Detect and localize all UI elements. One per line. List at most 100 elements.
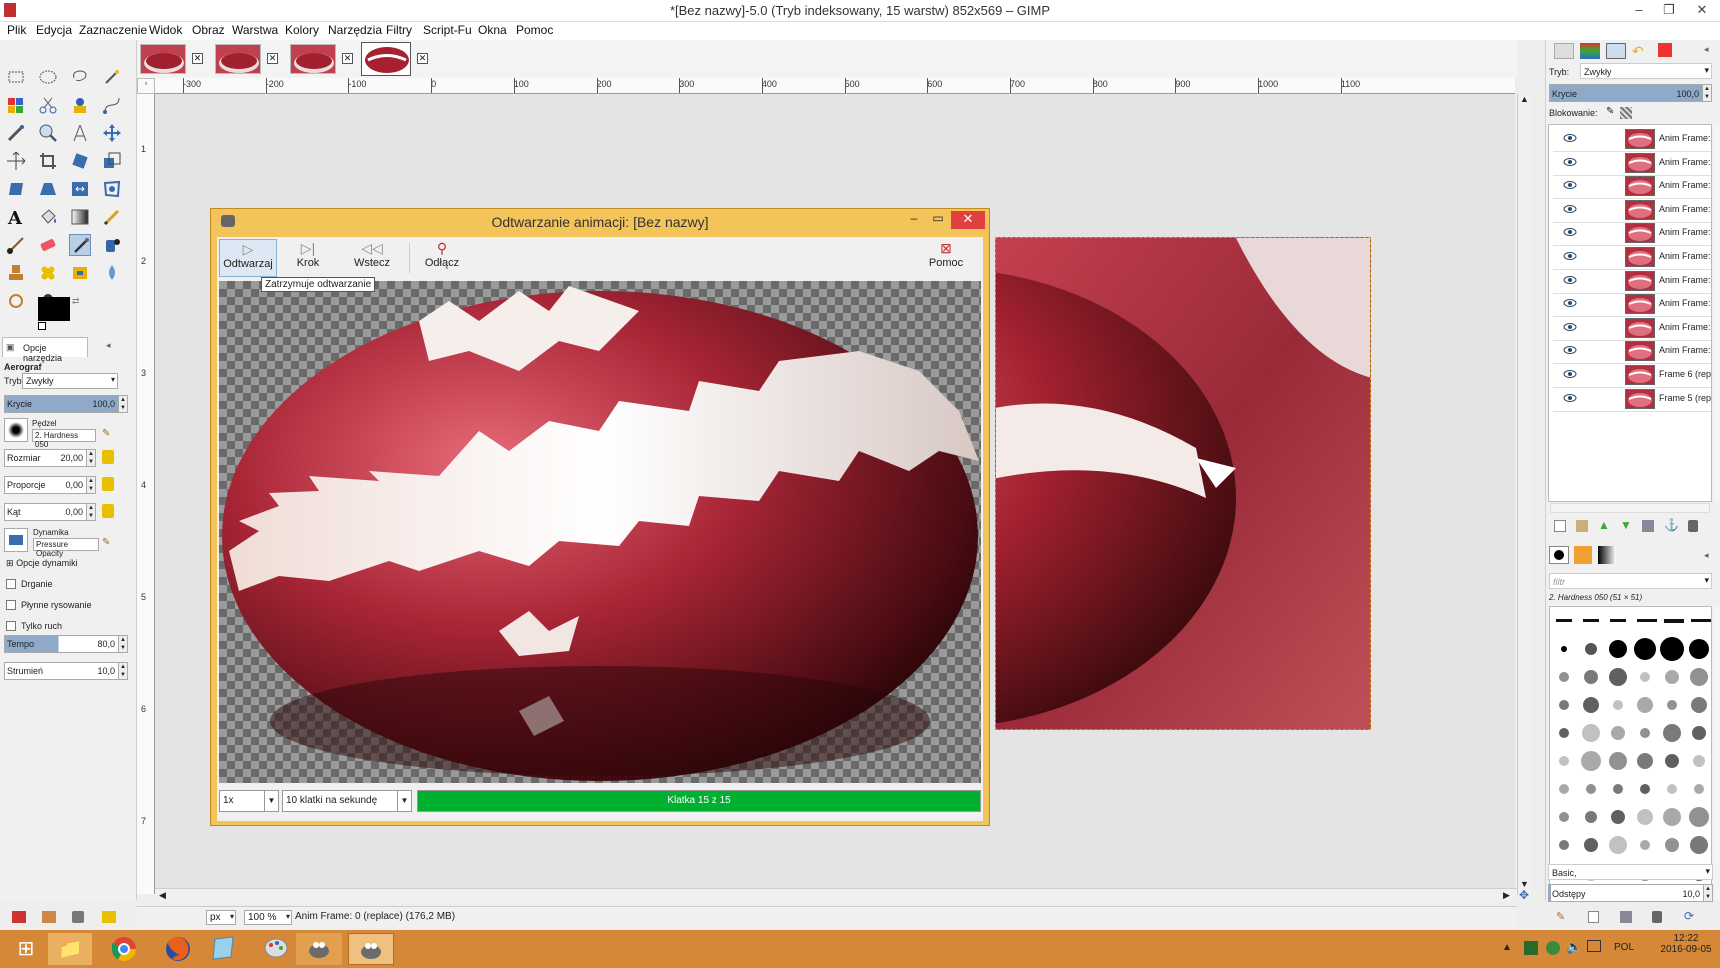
scissors-tool-icon[interactable] [37, 94, 59, 116]
image-tab-1[interactable] [140, 44, 186, 74]
brush-thumbnail[interactable] [1559, 672, 1569, 682]
motion-only-checkbox[interactable] [6, 621, 16, 631]
angle-field[interactable]: Kąt 0,00 ▲ ▼ [4, 503, 96, 521]
fuzzy-select-tool-icon[interactable] [101, 66, 123, 88]
brush-thumbnail[interactable] [1559, 812, 1569, 822]
brush-thumbnail[interactable] [1689, 639, 1709, 659]
paths-tool-icon[interactable] [101, 94, 123, 116]
eye-icon[interactable] [1563, 157, 1577, 167]
chrome-icon[interactable] [100, 933, 148, 965]
menu-script-fu[interactable]: Script-Fu [423, 23, 472, 37]
brush-thumbnail[interactable] [1692, 726, 1706, 740]
refresh-brushes-icon[interactable]: ⟳ [1684, 909, 1694, 923]
brush-thumbnail[interactable] [1690, 668, 1708, 686]
layer-row[interactable]: Anim Frame: [1553, 198, 1711, 223]
menu-pomoc[interactable]: Pomoc [516, 23, 553, 37]
menu-plik[interactable]: Plik [7, 23, 26, 37]
brush-thumbnail[interactable] [1665, 838, 1679, 852]
brush-thumbnail[interactable] [1559, 784, 1569, 794]
lasso-tool-icon[interactable] [69, 66, 91, 88]
brush-thumbnail[interactable] [1609, 668, 1627, 686]
eye-icon[interactable] [1563, 180, 1577, 190]
brush-thumbnail[interactable] [1667, 700, 1677, 710]
brush-thumbnail[interactable] [1556, 619, 1572, 622]
eye-icon[interactable] [1563, 251, 1577, 261]
edit-brush-button-icon[interactable]: ✎ [1556, 910, 1565, 923]
layer-row[interactable]: Anim Frame: [1553, 174, 1711, 200]
smudge-tool-icon[interactable] [5, 290, 27, 312]
new-brush-icon[interactable] [1588, 911, 1599, 923]
layer-opacity-slider[interactable]: Krycie 100,0 ▲ ▼ [1549, 84, 1712, 102]
vertical-scrollbar[interactable]: ▲ ▼ [1517, 94, 1531, 894]
brush-thumbnail[interactable] [1561, 646, 1567, 652]
tray-app-icon[interactable] [1524, 941, 1538, 955]
layer-row[interactable]: Anim Frame: [1553, 221, 1711, 247]
delete-layer-icon[interactable] [1688, 520, 1698, 532]
foreground-color-swatch[interactable] [38, 297, 70, 321]
blur-tool-icon[interactable] [101, 262, 123, 284]
undo-history-tab-icon[interactable]: ↶ [1632, 43, 1652, 59]
clone-tool-icon[interactable] [5, 262, 27, 284]
scale-tool-icon[interactable] [101, 150, 123, 172]
brush-thumbnail[interactable] [1665, 670, 1679, 684]
brush-thumbnail[interactable] [1582, 724, 1600, 742]
layer-row[interactable]: Frame 5 (rep [1553, 387, 1711, 412]
layer-opacity-spin[interactable]: ▲ ▼ [1702, 85, 1711, 101]
save-options-icon[interactable] [12, 911, 26, 923]
menu-filtry[interactable]: Filtry [386, 23, 412, 37]
cage-transform-tool-icon[interactable] [101, 178, 123, 200]
duplicate-brush-icon[interactable] [1620, 911, 1632, 923]
minimize-button[interactable]: – [1625, 0, 1653, 20]
layers-hscrollbar[interactable] [1550, 503, 1710, 513]
brush-thumbnail[interactable] [1584, 838, 1598, 852]
layer-row[interactable]: Anim Frame: [1553, 127, 1711, 152]
brush-thumbnail[interactable] [1660, 637, 1684, 661]
close-tab-3-icon[interactable]: ✕ [342, 53, 353, 64]
heal-tool-icon[interactable] [37, 262, 59, 284]
zoom-select[interactable]: 1x ▼ [219, 790, 279, 812]
menu-kolory[interactable]: Kolory [285, 23, 319, 37]
text-tool-icon[interactable]: A [5, 206, 27, 228]
blend-tool-icon[interactable] [69, 206, 91, 228]
brush-thumbnail[interactable] [1611, 810, 1625, 824]
gimp-taskbar-button[interactable] [296, 933, 342, 965]
eye-icon[interactable] [1563, 204, 1577, 214]
navigate-icon[interactable]: ✥ [1519, 888, 1533, 902]
tray-chevron-icon[interactable]: ▲ [1502, 942, 1512, 953]
align-tool-icon[interactable] [5, 150, 27, 172]
panel-menu-icon[interactable]: ◂ [106, 340, 111, 351]
reset-ratio-icon[interactable] [102, 477, 114, 491]
brush-thumbnail[interactable] [1694, 784, 1704, 794]
eye-icon[interactable] [1563, 227, 1577, 237]
flow-slider[interactable]: Strumień 10,0 ▲ ▼ [4, 662, 128, 680]
eye-icon[interactable] [1563, 298, 1577, 308]
perspective-tool-icon[interactable] [37, 178, 59, 200]
bucket-fill-tool-icon[interactable] [37, 206, 59, 228]
input-language-indicator[interactable]: POL [1614, 942, 1634, 953]
dynamics-options-expander[interactable]: ⊞ Opcje dynamiki [6, 558, 78, 569]
new-layer-group-icon[interactable] [1576, 520, 1588, 532]
detach-button[interactable]: ⚲ Odłącz [413, 239, 471, 277]
rotate-tool-icon[interactable] [69, 150, 91, 172]
menu-okna[interactable]: Okna [478, 23, 507, 37]
brush-filter-input[interactable]: filtr ▾ [1549, 573, 1712, 589]
brush-thumbnail[interactable] [1559, 700, 1569, 710]
brush-thumbnail[interactable] [1559, 756, 1569, 766]
close-button[interactable]: ✕ [1688, 0, 1716, 20]
new-layer-icon[interactable] [1554, 520, 1566, 532]
color-tab-icon[interactable] [1658, 43, 1672, 57]
restore-options-icon[interactable] [42, 911, 56, 923]
eye-icon[interactable] [1563, 322, 1577, 332]
rect-select-tool-icon[interactable] [5, 66, 27, 88]
panel-menu-icon[interactable]: ◂ [1704, 44, 1709, 55]
brush-thumbnail[interactable] [1640, 728, 1650, 738]
unit-select[interactable]: px ▾ [206, 910, 236, 925]
clock[interactable]: 12:22 2016-09-05 [1656, 933, 1716, 955]
brushes-grid[interactable] [1549, 606, 1712, 900]
brush-name-field[interactable]: 2. Hardness 050 [32, 429, 96, 449]
brush-thumbnail[interactable] [1640, 840, 1650, 850]
zoom-level-select[interactable]: 100 % ▾ [244, 910, 292, 925]
ruler-corner[interactable]: ▫ [137, 78, 155, 94]
brush-thumbnail[interactable] [1584, 670, 1598, 684]
eraser-tool-icon[interactable] [37, 234, 59, 256]
